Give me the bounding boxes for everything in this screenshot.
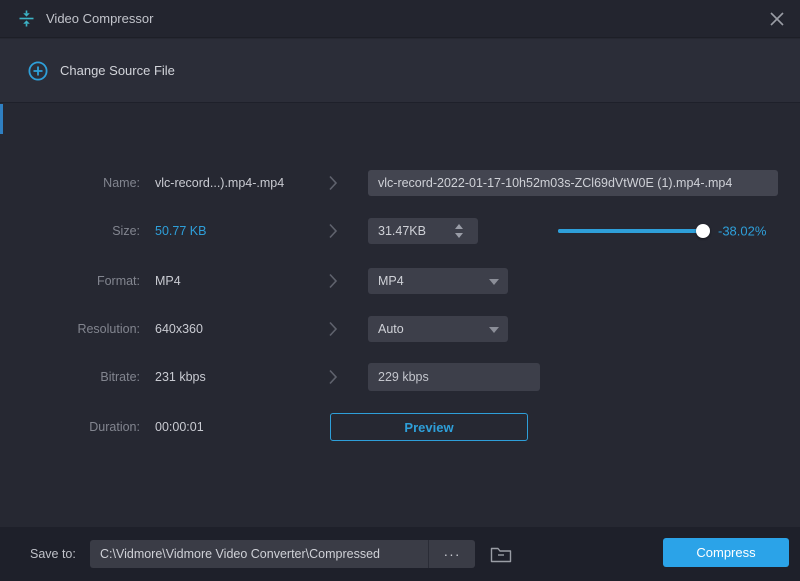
chevron-right-icon xyxy=(328,175,338,191)
folder-icon xyxy=(489,544,513,564)
size-stepper[interactable] xyxy=(448,218,470,244)
name-label: Name: xyxy=(0,176,140,190)
save-path-group: ··· xyxy=(90,540,475,568)
browse-more-button[interactable]: ··· xyxy=(429,540,475,568)
format-value: MP4 xyxy=(155,274,181,288)
name-value: vlc-record...).mp4-.mp4 xyxy=(155,176,284,190)
resolution-dropdown[interactable]: Auto xyxy=(368,316,508,342)
left-edge-accent xyxy=(0,104,3,134)
caret-down-icon xyxy=(489,327,499,333)
resolution-dropdown-value: Auto xyxy=(378,322,404,336)
size-value: 50.77 KB xyxy=(155,224,206,238)
size-row: Size: 50.77 KB -38.02% xyxy=(0,208,800,254)
size-label: Size: xyxy=(0,224,140,238)
save-path-input[interactable] xyxy=(90,540,428,568)
video-compressor-dialog: Video Compressor Change Source File Name… xyxy=(0,0,800,581)
slider-fill xyxy=(558,229,703,233)
chevron-right-icon xyxy=(328,369,338,385)
chevron-right-icon xyxy=(328,321,338,337)
chevron-right-icon xyxy=(328,223,338,239)
close-icon[interactable] xyxy=(762,5,792,33)
bitrate-output-field[interactable] xyxy=(368,363,540,391)
resolution-row: Resolution: 640x360 Auto xyxy=(0,306,800,352)
stepper-up-icon[interactable] xyxy=(455,224,463,229)
open-folder-button[interactable] xyxy=(486,541,516,567)
format-row: Format: MP4 MP4 xyxy=(0,258,800,304)
format-dropdown[interactable]: MP4 xyxy=(368,268,508,294)
save-to-label: Save to: xyxy=(30,547,76,561)
window-title: Video Compressor xyxy=(46,11,153,26)
slider-thumb[interactable] xyxy=(696,224,710,238)
resolution-value: 640x360 xyxy=(155,322,203,336)
caret-down-icon xyxy=(489,279,499,285)
format-dropdown-value: MP4 xyxy=(378,274,404,288)
duration-label: Duration: xyxy=(0,420,140,434)
name-input[interactable] xyxy=(368,170,778,196)
footer-bar: Save to: ··· Compress xyxy=(0,527,800,581)
bitrate-row: Bitrate: 231 kbps xyxy=(0,354,800,400)
duration-row: Duration: 00:00:01 Preview xyxy=(0,404,800,450)
bitrate-value: 231 kbps xyxy=(155,370,206,384)
chevron-right-icon xyxy=(328,273,338,289)
name-row: Name: vlc-record...).mp4-.mp4 xyxy=(0,160,800,206)
title-bar: Video Compressor xyxy=(0,0,800,38)
preview-button[interactable]: Preview xyxy=(330,413,528,441)
stepper-down-icon[interactable] xyxy=(455,233,463,238)
compress-icon xyxy=(18,10,35,27)
duration-value: 00:00:01 xyxy=(155,420,204,434)
change-source-file-button[interactable]: Change Source File xyxy=(60,63,175,78)
resolution-label: Resolution: xyxy=(0,322,140,336)
size-slider[interactable] xyxy=(558,224,710,238)
plus-circle-icon[interactable] xyxy=(28,61,48,81)
size-reduction-percent: -38.02% xyxy=(718,224,766,239)
change-source-row: Change Source File xyxy=(0,39,800,103)
compress-button[interactable]: Compress xyxy=(663,538,789,567)
bitrate-label: Bitrate: xyxy=(0,370,140,384)
format-label: Format: xyxy=(0,274,140,288)
